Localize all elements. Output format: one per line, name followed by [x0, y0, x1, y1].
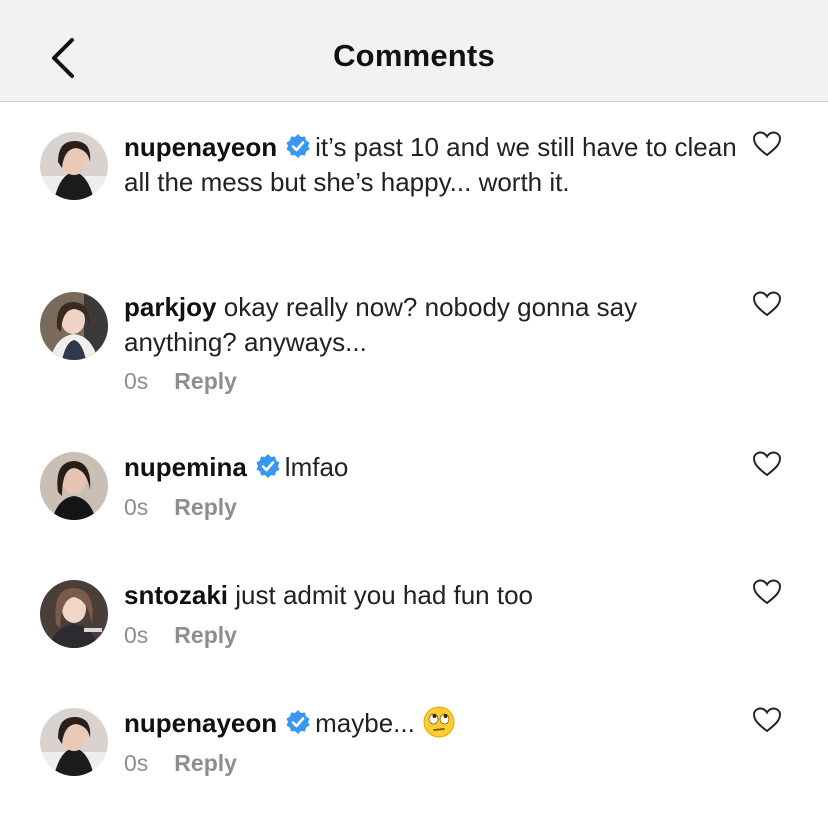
comment-meta: 0s Reply	[124, 750, 237, 777]
comment-username[interactable]: nupenayeon	[124, 708, 277, 738]
comment-meta: 0s Reply	[124, 494, 237, 521]
heart-icon	[752, 291, 782, 317]
page-title: Comments	[333, 38, 495, 73]
comment-meta: 0s Reply	[124, 622, 237, 649]
comment-body: nupemina lmfao	[124, 450, 752, 485]
comment-timestamp: 0s	[124, 368, 149, 394]
comment-timestamp: 0s	[124, 494, 149, 520]
heart-icon	[752, 131, 782, 157]
verified-badge-icon	[286, 134, 310, 158]
comment-body: nupenayeon it’s past 10 and we still have…	[124, 130, 752, 200]
eye-roll-emoji-icon	[423, 706, 455, 738]
like-button[interactable]	[752, 578, 782, 606]
verified-badge-icon	[286, 710, 310, 734]
comment-text: lmfao	[284, 452, 349, 482]
comment-username[interactable]: parkjoy	[124, 292, 217, 322]
comment-meta: 0s Reply	[124, 368, 237, 395]
comment-username[interactable]: nupenayeon	[124, 132, 277, 162]
comment-body: parkjoy okay really now? nobody gonna sa…	[124, 290, 752, 360]
reply-button[interactable]: Reply	[174, 750, 237, 776]
comment-username[interactable]: nupemina	[124, 452, 247, 482]
comment-body: sntozaki just admit you had fun too	[124, 578, 752, 613]
comment-timestamp: 0s	[124, 750, 149, 776]
comment-username[interactable]: sntozaki	[124, 580, 228, 610]
avatar[interactable]	[40, 452, 108, 520]
reply-button[interactable]: Reply	[174, 368, 237, 394]
heart-icon	[752, 579, 782, 605]
reply-button[interactable]: Reply	[174, 494, 237, 520]
like-button[interactable]	[752, 290, 782, 318]
header-bar: Comments	[0, 0, 828, 102]
like-button[interactable]	[752, 130, 782, 158]
comment-timestamp: 0s	[124, 622, 149, 648]
comment-body: nupenayeon maybe...	[124, 706, 752, 741]
like-button[interactable]	[752, 706, 782, 734]
comment-text: just admit you had fun too	[235, 580, 534, 610]
avatar[interactable]	[40, 292, 108, 360]
heart-icon	[752, 451, 782, 477]
avatar[interactable]	[40, 708, 108, 776]
heart-icon	[752, 707, 782, 733]
like-button[interactable]	[752, 450, 782, 478]
verified-badge-icon	[256, 454, 280, 478]
reply-button[interactable]: Reply	[174, 622, 237, 648]
comment-text: maybe...	[315, 708, 415, 738]
avatar[interactable]	[40, 132, 108, 200]
avatar[interactable]	[40, 580, 108, 648]
